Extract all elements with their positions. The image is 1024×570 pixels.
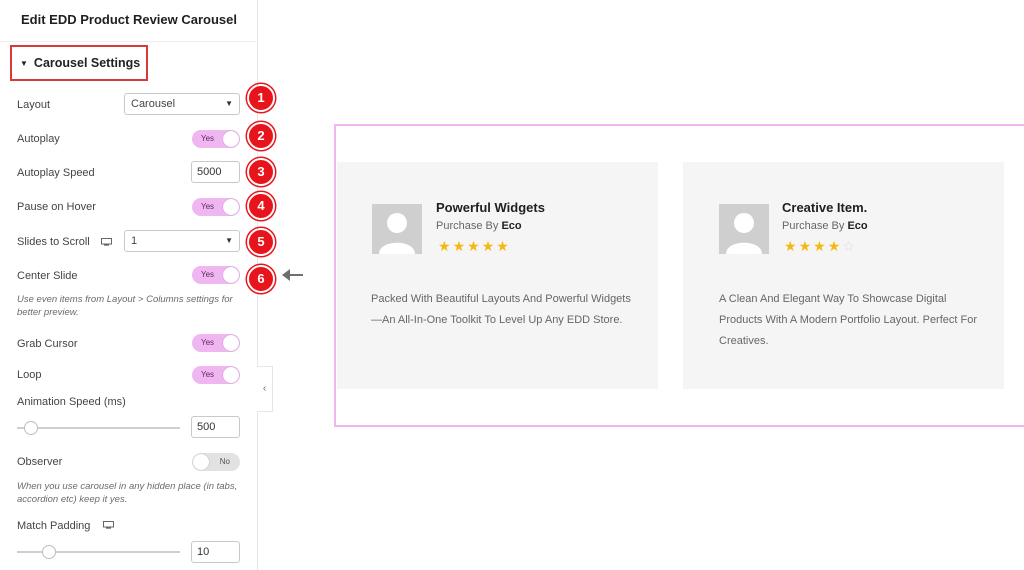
grab-cursor-label: Grab Cursor [17,338,78,350]
star-icon: ★ [798,238,814,254]
star-icon: ★ [784,238,799,254]
toggle-text: Yes [201,202,215,211]
toggle-knob [223,335,239,351]
purchase-by-label: Purchase By [436,220,499,232]
star-icon: ★ [452,238,468,254]
toggle-knob [223,199,239,215]
layout-label: Layout [17,99,51,111]
toggle-text: Yes [201,270,215,279]
slides-to-scroll-select[interactable]: 1 ▼ [124,230,240,252]
center-slide-note: Use even items from Layout > Columns set… [17,294,233,318]
slider-handle[interactable] [42,545,56,559]
rating-stars: ★★★★★ [438,238,511,255]
arrow-left-icon [282,269,303,281]
toggle-knob [223,131,239,147]
user-placeholder-icon [726,213,762,254]
card-title: Creative Item. [782,200,868,215]
settings-panel: Edit EDD Product Review Carousel ▼ Carou… [0,0,258,570]
toggle-text: Yes [201,370,215,379]
panel-title: Edit EDD Product Review Carousel [0,0,258,42]
step-badge: 4 [247,192,275,220]
avatar [719,204,769,254]
animation-speed-slider[interactable] [17,427,180,429]
star-icon: ★ [813,238,828,254]
card-purchaser: Purchase By Eco [436,220,522,232]
step-badge: 2 [247,122,275,150]
toggle-text: Yes [201,134,215,143]
slides-to-scroll-label: Slides to Scroll [17,236,90,248]
user-placeholder-icon [379,213,415,254]
desktop-icon[interactable] [101,238,112,246]
card-purchaser: Purchase By Eco [782,220,868,232]
slider-handle[interactable] [24,421,38,435]
grab-cursor-toggle[interactable]: Yes [192,334,240,352]
carousel-settings-section[interactable]: ▼ Carousel Settings [10,45,148,81]
layout-value: Carousel [131,98,176,110]
center-slide-label: Center Slide [17,270,78,282]
star-icon: ★ [467,238,482,254]
step-badge: 5 [247,228,275,256]
star-icon: ★ [496,238,511,254]
card-title: Powerful Widgets [436,200,545,215]
match-padding-label: Match Padding [17,520,91,532]
observer-label: Observer [17,456,63,468]
desktop-icon[interactable] [103,521,114,529]
caret-down-icon: ▼ [20,58,28,68]
toggle-knob [193,454,209,470]
loop-toggle[interactable]: Yes [192,366,240,384]
step-badge: 6 [247,265,275,293]
pause-on-hover-label: Pause on Hover [17,201,96,213]
purchase-by-label: Purchase By [782,220,845,232]
review-card[interactable]: Powerful Widgets Purchase By Eco ★★★★★ P… [337,162,658,389]
toggle-knob [223,367,239,383]
section-label: Carousel Settings [33,56,141,70]
observer-note: When you use carousel in any hidden plac… [17,481,238,505]
collapse-panel-button[interactable]: ‹ [257,366,273,412]
animation-speed-label: Animation Speed (ms) [17,396,126,408]
observer-toggle[interactable]: No [192,453,240,471]
purchaser-name: Eco [501,220,522,232]
chevron-down-icon: ▼ [225,99,233,108]
chevron-down-icon: ▼ [225,236,233,245]
card-description: Packed With Beautiful Layouts And Powerf… [371,293,631,326]
toggle-text: No [219,457,230,466]
chevron-left-icon: ‹ [262,383,267,394]
review-card[interactable]: Creative Item. Purchase By Eco ★★★★☆ A C… [683,162,1004,389]
slides-to-scroll-value: 1 [131,235,138,247]
star-icon: ★ [827,238,843,254]
loop-label: Loop [17,369,42,381]
match-padding-input[interactable]: 10 [191,541,240,563]
autoplay-speed-label: Autoplay Speed [17,167,95,179]
star-icon: ★ [481,238,497,254]
toggle-text: Yes [201,338,215,347]
toggle-knob [223,267,239,283]
autoplay-speed-input[interactable]: 5000 [191,161,240,183]
step-badge: 3 [247,158,275,186]
layout-select[interactable]: Carousel ▼ [124,93,240,115]
star-icon: ★ [438,238,453,254]
autoplay-toggle[interactable]: Yes [192,130,240,148]
autoplay-label: Autoplay [17,133,60,145]
avatar [372,204,422,254]
star-empty-icon: ☆ [842,238,857,254]
purchaser-name: Eco [847,220,868,232]
center-slide-toggle[interactable]: Yes [192,266,240,284]
card-description: A Clean And Elegant Way To Showcase Digi… [719,293,978,347]
pause-on-hover-toggle[interactable]: Yes [192,198,240,216]
rating-stars: ★★★★☆ [784,238,857,255]
animation-speed-input[interactable]: 500 [191,416,240,438]
step-badge: 1 [247,84,275,112]
